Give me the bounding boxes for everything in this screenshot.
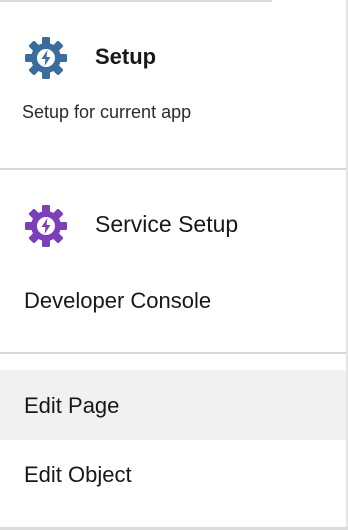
developer-console-label: Developer Console <box>24 288 212 313</box>
edit-object-label: Edit Object <box>24 462 132 487</box>
setup-subtitle: Setup for current app <box>22 102 192 122</box>
service-setup-title: Service Setup <box>95 211 239 237</box>
edit-page-label: Edit Page <box>24 393 120 418</box>
setup-gear-icon <box>25 37 67 79</box>
divider <box>0 168 346 170</box>
divider <box>0 352 346 354</box>
service-setup-gear-icon <box>25 205 67 247</box>
menu-top-border <box>0 0 272 2</box>
setup-title: Setup <box>95 44 157 69</box>
setup-dropdown-menu: Setup Setup for current app Service Setu… <box>0 0 348 530</box>
setup-menu-item[interactable] <box>0 16 346 156</box>
